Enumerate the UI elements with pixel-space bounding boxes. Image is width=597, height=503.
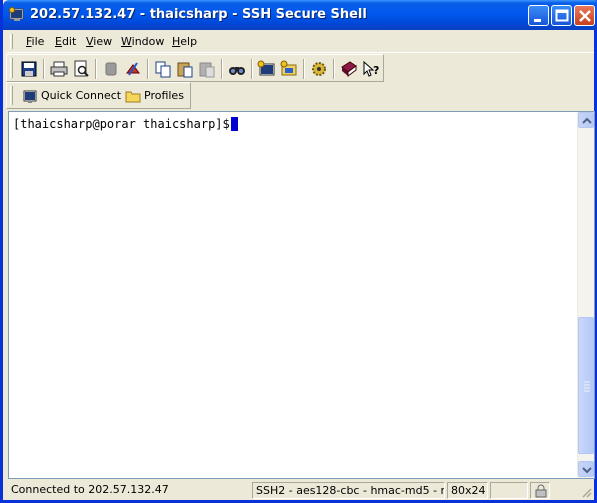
- status-connection: Connected to 202.57.132.47: [11, 483, 169, 496]
- menu-edit-label: dit: [61, 35, 77, 48]
- print-preview-icon[interactable]: [71, 59, 91, 79]
- menu-edit[interactable]: Edit: [55, 35, 76, 48]
- terminal-area[interactable]: [thaicsharp@porar thaicsharp]$: [8, 111, 595, 479]
- scroll-up-button[interactable]: [578, 112, 594, 128]
- toolbar-separator: [43, 59, 45, 79]
- find-icon[interactable]: [227, 59, 247, 79]
- menu-bar: File Edit View Window Help: [6, 30, 594, 53]
- paste-disabled-icon[interactable]: [197, 59, 217, 79]
- profiles-label: Profiles: [144, 89, 184, 102]
- terminal-cursor: [231, 117, 238, 131]
- grip-lines-icon: [584, 381, 590, 392]
- minimize-button[interactable]: [528, 5, 549, 26]
- resize-grip-icon[interactable]: [580, 486, 592, 498]
- new-file-transfer-icon[interactable]: [279, 59, 299, 79]
- window-title: 202.57.132.47 - thaicsharp - SSH Secure …: [30, 7, 367, 22]
- close-button[interactable]: [574, 5, 595, 26]
- quick-connect-label: Quick Connect: [41, 89, 122, 102]
- whats-this-icon[interactable]: ?: [361, 59, 381, 79]
- maximize-icon: [555, 9, 569, 22]
- toolbar-grip[interactable]: [10, 58, 13, 78]
- menu-view[interactable]: View: [86, 35, 112, 48]
- ssh-terminal-icon[interactable]: [9, 7, 25, 23]
- menubar-grip[interactable]: [10, 34, 13, 49]
- chevron-down-icon: [582, 467, 592, 474]
- menu-edit-key: E: [55, 35, 62, 48]
- status-terminal-size: 80x24: [447, 482, 488, 499]
- new-terminal-icon[interactable]: [257, 59, 277, 79]
- toolbar-separator: [251, 59, 253, 79]
- disconnect-icon[interactable]: [101, 59, 121, 79]
- quickbar-grip[interactable]: [10, 86, 13, 105]
- toolbar-separator: [303, 59, 305, 79]
- status-lock-panel: [530, 482, 550, 499]
- save-icon[interactable]: [19, 59, 39, 79]
- copy-icon[interactable]: [153, 59, 173, 79]
- settings-icon[interactable]: [309, 59, 329, 79]
- paste-icon[interactable]: [175, 59, 195, 79]
- encryption-status-icon: [535, 484, 547, 498]
- status-cipher: SSH2 - aes128-cbc - hmac-md5 - none: [252, 482, 445, 499]
- menu-window-label: indow: [131, 35, 165, 48]
- ssh-window: 202.57.132.47 - thaicsharp - SSH Secure …: [0, 0, 597, 503]
- folder-icon: [125, 91, 141, 103]
- reconnect-icon[interactable]: [123, 59, 143, 79]
- toolbar-separator: [147, 59, 149, 79]
- scroll-down-button[interactable]: [578, 461, 594, 477]
- quick-connect-bar: Quick Connect Profiles: [6, 82, 191, 109]
- title-bar[interactable]: 202.57.132.47 - thaicsharp - SSH Secure …: [3, 0, 597, 30]
- menu-file-label: ile: [31, 35, 45, 48]
- print-icon[interactable]: [49, 59, 69, 79]
- quick-connect-button[interactable]: Quick Connect: [21, 87, 121, 105]
- menu-window[interactable]: Window: [121, 35, 164, 48]
- toolbar-separator: [95, 59, 97, 79]
- quick-connect-icon: [23, 90, 37, 103]
- menu-file[interactable]: File: [26, 35, 44, 48]
- toolbar-separator: [333, 59, 335, 79]
- minimize-icon: [534, 19, 541, 22]
- chevron-up-icon: [582, 117, 592, 124]
- status-panel-empty: [490, 482, 528, 499]
- profiles-button[interactable]: Profiles: [124, 87, 189, 105]
- menu-help-label: elp: [180, 35, 198, 48]
- svg-text:?: ?: [373, 64, 379, 77]
- help-book-icon[interactable]: [339, 59, 359, 79]
- terminal-prompt: [thaicsharp@porar thaicsharp]$: [13, 117, 237, 131]
- scrollbar-thumb[interactable]: [578, 317, 594, 454]
- menu-view-label: iew: [93, 35, 113, 48]
- toolbar-separator: [221, 59, 223, 79]
- maximize-button[interactable]: [551, 5, 572, 26]
- main-toolbar: ?: [6, 54, 384, 82]
- vertical-scrollbar[interactable]: [577, 112, 594, 478]
- menu-help[interactable]: Help: [172, 35, 197, 48]
- menu-window-key: W: [121, 35, 132, 48]
- close-icon: [579, 10, 591, 22]
- status-bar: Connected to 202.57.132.47 SSH2 - aes128…: [6, 481, 594, 500]
